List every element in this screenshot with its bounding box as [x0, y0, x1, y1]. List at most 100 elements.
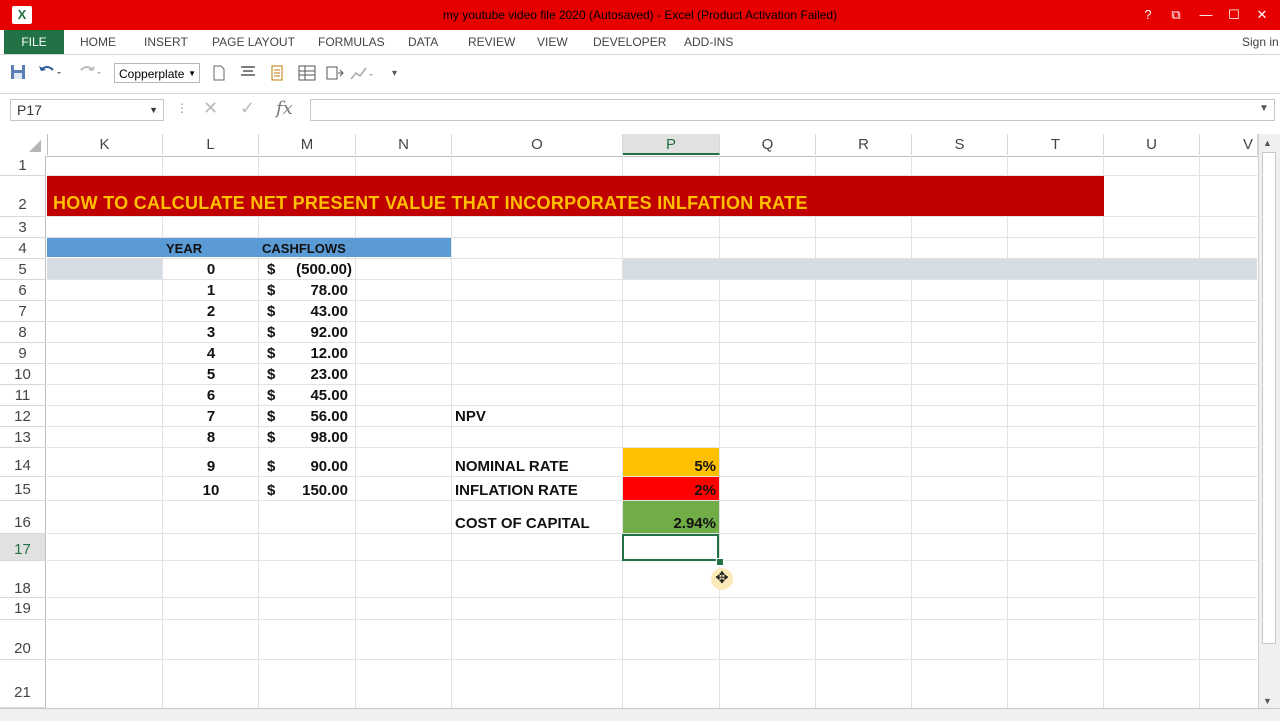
year-cell[interactable]: 1 — [163, 282, 259, 299]
row-header-10[interactable]: 10 — [0, 364, 46, 385]
row-header-19[interactable]: 19 — [0, 598, 46, 620]
tab-home[interactable]: HOME — [80, 30, 116, 54]
active-cell-p17[interactable] — [622, 534, 719, 561]
tab-formulas[interactable]: FORMULAS — [318, 30, 385, 54]
row-header-8[interactable]: 8 — [0, 322, 46, 343]
npv-label[interactable]: NPV — [455, 408, 486, 425]
undo-icon[interactable] — [38, 63, 62, 82]
column-header-u[interactable]: U — [1104, 134, 1200, 155]
column-header-n[interactable]: N — [356, 134, 452, 155]
scroll-up-icon[interactable]: ▲ — [1263, 138, 1272, 148]
row-header-12[interactable]: 12 — [0, 406, 46, 427]
scroll-down-icon[interactable]: ▼ — [1263, 696, 1272, 706]
insert-function-icon[interactable]: fx — [276, 98, 293, 119]
form-icon[interactable] — [326, 65, 344, 84]
cost-of-capital-label[interactable]: COST OF CAPITAL — [455, 515, 590, 532]
tab-file[interactable]: FILE — [4, 30, 64, 54]
align-icon[interactable] — [240, 65, 256, 82]
row-header-2[interactable]: 2 — [0, 176, 46, 217]
chart-icon[interactable] — [350, 65, 376, 84]
row-header-6[interactable]: 6 — [0, 280, 46, 301]
cashflow-cell[interactable]: 90.00 — [270, 458, 348, 475]
select-all-corner[interactable] — [0, 134, 48, 155]
row-header-4[interactable]: 4 — [0, 238, 46, 259]
year-cell[interactable]: 8 — [163, 429, 259, 446]
document-icon[interactable] — [270, 65, 284, 84]
year-cell[interactable]: 5 — [163, 366, 259, 383]
inflation-rate-label[interactable]: INFLATION RATE — [455, 482, 578, 499]
column-header-q[interactable]: Q — [720, 134, 816, 155]
cashflow-cell[interactable]: 56.00 — [270, 408, 348, 425]
enter-icon[interactable]: ✓ — [240, 98, 255, 119]
cashflow-cell[interactable]: 92.00 — [270, 324, 348, 341]
new-document-icon[interactable] — [212, 65, 226, 84]
table-icon[interactable] — [298, 65, 316, 84]
year-cell[interactable]: 10 — [163, 482, 259, 499]
cashflow-cell[interactable]: (500.00) — [270, 261, 352, 278]
year-cell[interactable]: 4 — [163, 345, 259, 362]
close-button[interactable]: ✕ — [1242, 4, 1280, 26]
row-header-11[interactable]: 11 — [0, 385, 46, 406]
scroll-thumb[interactable] — [1262, 152, 1276, 644]
column-header-m[interactable]: M — [259, 134, 356, 155]
row-header-15[interactable]: 15 — [0, 477, 46, 501]
cashflow-cell[interactable]: 98.00 — [270, 429, 348, 446]
tab-data[interactable]: DATA — [408, 30, 438, 54]
expand-formula-bar-icon[interactable]: ▼ — [1259, 103, 1269, 114]
year-cell[interactable]: 9 — [163, 458, 259, 475]
row-header-17[interactable]: 17 — [0, 534, 46, 561]
grid-line — [1199, 156, 1200, 708]
fill-handle[interactable] — [716, 558, 724, 566]
column-header-r[interactable]: R — [816, 134, 912, 155]
tab-page-layout[interactable]: PAGE LAYOUT — [212, 30, 295, 54]
row-header-18[interactable]: 18 — [0, 561, 46, 598]
cashflow-cell[interactable]: 12.00 — [270, 345, 348, 362]
column-header-p[interactable]: P — [623, 134, 720, 155]
tab-review[interactable]: REVIEW — [468, 30, 515, 54]
name-box[interactable]: P17 ▼ — [10, 99, 164, 121]
row-header-16[interactable]: 16 — [0, 501, 46, 534]
row-header-3[interactable]: 3 — [0, 217, 46, 238]
tab-view[interactable]: VIEW — [537, 30, 568, 54]
save-icon[interactable] — [10, 64, 26, 83]
tab-developer[interactable]: DEVELOPER — [593, 30, 666, 54]
row-header-1[interactable]: 1 — [0, 156, 46, 176]
cashflow-cell[interactable]: 45.00 — [270, 387, 348, 404]
grid-line — [47, 619, 1257, 620]
column-header-t[interactable]: T — [1008, 134, 1104, 155]
year-cell[interactable]: 6 — [163, 387, 259, 404]
row-header-13[interactable]: 13 — [0, 427, 46, 448]
year-cell[interactable]: 7 — [163, 408, 259, 425]
tab-add-ins[interactable]: ADD-INS — [684, 30, 733, 54]
year-cell[interactable]: 2 — [163, 303, 259, 320]
grid-line — [47, 321, 1257, 322]
font-name-dropdown[interactable]: Copperplate ▼ — [114, 63, 200, 83]
row-header-20[interactable]: 20 — [0, 620, 46, 660]
tab-insert[interactable]: INSERT — [144, 30, 188, 54]
row-header-21[interactable]: 21 — [0, 660, 46, 708]
redo-icon[interactable] — [78, 63, 102, 82]
cashflow-cell[interactable]: 43.00 — [270, 303, 348, 320]
column-header-v[interactable]: V — [1200, 134, 1258, 155]
table-header-band[interactable] — [47, 238, 451, 257]
column-header-l[interactable]: L — [163, 134, 259, 155]
column-header-s[interactable]: S — [912, 134, 1008, 155]
formula-input[interactable] — [310, 99, 1275, 121]
cashflow-cell[interactable]: 23.00 — [270, 366, 348, 383]
cashflow-cell[interactable]: 150.00 — [270, 482, 348, 499]
grid-line — [451, 156, 452, 708]
row-header-14[interactable]: 14 — [0, 448, 46, 477]
cashflow-cell[interactable]: 78.00 — [270, 282, 348, 299]
cancel-icon[interactable]: ✕ — [203, 98, 218, 119]
nominal-rate-label[interactable]: NOMINAL RATE — [455, 458, 569, 475]
grid-line — [622, 156, 623, 708]
column-header-k[interactable]: K — [47, 134, 163, 155]
sign-in-link[interactable]: Sign in — [1242, 30, 1279, 54]
row-header-5[interactable]: 5 — [0, 259, 46, 280]
customize-toolbar-icon[interactable]: ▾ — [392, 68, 397, 79]
column-header-o[interactable]: O — [452, 134, 623, 155]
row-header-7[interactable]: 7 — [0, 301, 46, 322]
year-cell[interactable]: 3 — [163, 324, 259, 341]
year-cell[interactable]: 0 — [163, 261, 259, 278]
row-header-9[interactable]: 9 — [0, 343, 46, 364]
